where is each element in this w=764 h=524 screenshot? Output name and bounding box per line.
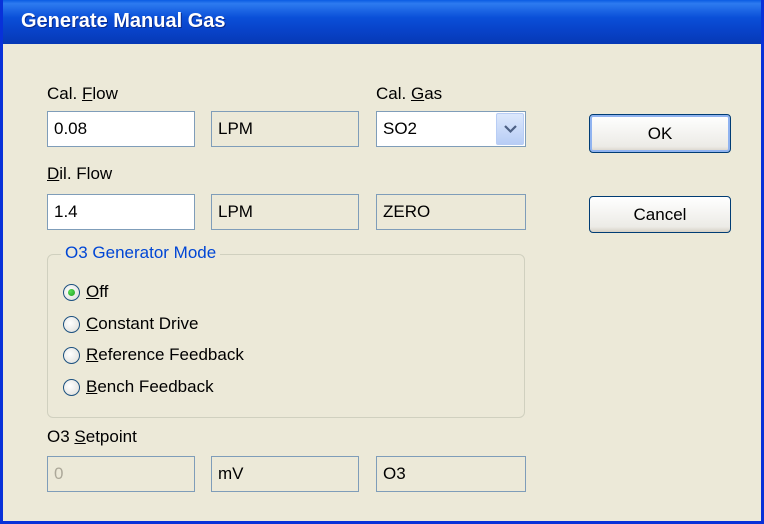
cal-flow-label-suffix: low xyxy=(92,84,118,103)
dil-flow-input[interactable]: 1.4 xyxy=(47,194,195,230)
cancel-button[interactable]: Cancel xyxy=(589,196,731,233)
chevron-down-icon xyxy=(504,125,517,134)
o3-generator-mode-legend: O3 Generator Mode xyxy=(61,243,221,263)
cal-gas-label-prefix: Cal. xyxy=(376,84,411,103)
ok-button[interactable]: OK xyxy=(589,114,731,153)
cal-flow-label-accel: F xyxy=(81,84,93,103)
o3-setpoint-label-prefix: O3 xyxy=(47,427,75,446)
radio-bench-feedback[interactable]: Bench Feedback xyxy=(63,373,214,401)
radio-reference-feedback-text: eference Feedback xyxy=(98,345,244,364)
radio-bench-feedback-label: Bench Feedback xyxy=(86,377,214,397)
cal-gas-label-suffix: as xyxy=(424,84,443,103)
dil-gas-display: ZERO xyxy=(376,194,526,230)
radio-off-button[interactable] xyxy=(63,283,80,301)
radio-reference-feedback-button[interactable] xyxy=(63,346,80,364)
o3-setpoint-label-suffix: etpoint xyxy=(85,427,137,446)
radio-reference-feedback-accel: R xyxy=(86,345,99,364)
radio-off-text: ff xyxy=(99,282,109,301)
radio-constant-drive-label: Constant Drive xyxy=(86,314,198,334)
o3-setpoint-input[interactable]: 0 xyxy=(47,456,195,492)
radio-constant-drive-button[interactable] xyxy=(63,315,80,333)
radio-reference-feedback-label: Reference Feedback xyxy=(86,345,244,365)
cal-flow-input[interactable]: 0.08 xyxy=(47,111,195,147)
dialog-title: Generate Manual Gas xyxy=(21,10,226,32)
radio-constant-drive-accel: C xyxy=(86,314,99,333)
radio-bench-feedback-accel: B xyxy=(86,377,98,396)
radio-off-accel: O xyxy=(86,282,100,301)
radio-reference-feedback[interactable]: Reference Feedback xyxy=(63,341,244,369)
cal-gas-label-accel: G xyxy=(410,84,425,103)
radio-off-label: Off xyxy=(86,282,108,302)
radio-bench-feedback-text: ench Feedback xyxy=(97,377,214,396)
o3-setpoint-unit: mV xyxy=(211,456,359,492)
radio-bench-feedback-button[interactable] xyxy=(63,378,80,396)
dil-flow-unit: LPM xyxy=(211,194,359,230)
dil-flow-label-accel: D xyxy=(47,164,60,183)
radio-constant-drive-text: onstant Drive xyxy=(98,314,199,333)
cal-flow-label-prefix: Cal. xyxy=(47,84,82,103)
cal-flow-unit: LPM xyxy=(211,111,359,147)
dil-flow-label: Dil. Flow xyxy=(47,164,112,184)
cal-gas-selected-value: SO2 xyxy=(383,119,418,138)
cal-gas-label: Cal. Gas xyxy=(376,84,442,104)
title-bar: Generate Manual Gas xyxy=(3,0,761,44)
o3-setpoint-gas: O3 xyxy=(376,456,526,492)
cal-flow-label: Cal. Flow xyxy=(47,84,118,104)
dil-flow-label-suffix: il. Flow xyxy=(59,164,113,183)
cal-gas-dropdown-button[interactable] xyxy=(496,113,524,145)
radio-constant-drive[interactable]: Constant Drive xyxy=(63,310,198,338)
generate-manual-gas-dialog: Generate Manual Gas Cal. Flow 0.08 LPM C… xyxy=(0,0,764,524)
cal-gas-select[interactable]: SO2 xyxy=(376,111,526,147)
o3-setpoint-label-accel: S xyxy=(74,427,86,446)
radio-off[interactable]: Off xyxy=(63,278,108,306)
o3-setpoint-label: O3 Setpoint xyxy=(47,427,137,447)
